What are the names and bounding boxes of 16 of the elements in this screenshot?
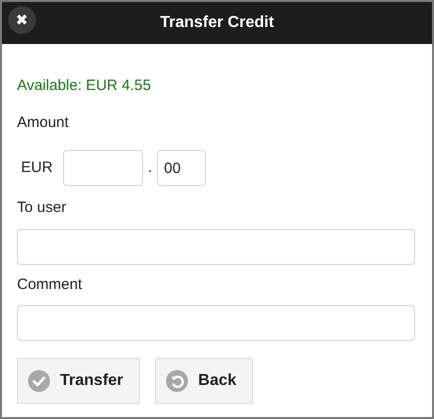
dialog-title: Transfer Credit — [160, 13, 274, 33]
currency-label: EUR — [21, 158, 54, 178]
field-label: To user — [17, 198, 68, 218]
field-label: Comment — [17, 275, 84, 295]
undo-icon — [166, 370, 188, 392]
amount-label: Amount — [17, 113, 70, 133]
amount-field[interactable] — [63, 150, 143, 186]
decimal-separator: . — [146, 158, 154, 178]
transfer-button[interactable]: Transfer — [17, 358, 140, 404]
back-button[interactable]: Back — [155, 358, 254, 404]
close-button[interactable]: ✖ — [8, 6, 36, 34]
available-balance: Available: EUR 4.55 — [17, 76, 152, 96]
to-user-field[interactable] — [17, 229, 415, 265]
comment-field[interactable] — [17, 305, 415, 341]
check-icon — [28, 370, 50, 392]
cents-field[interactable]: 00 — [157, 150, 206, 186]
